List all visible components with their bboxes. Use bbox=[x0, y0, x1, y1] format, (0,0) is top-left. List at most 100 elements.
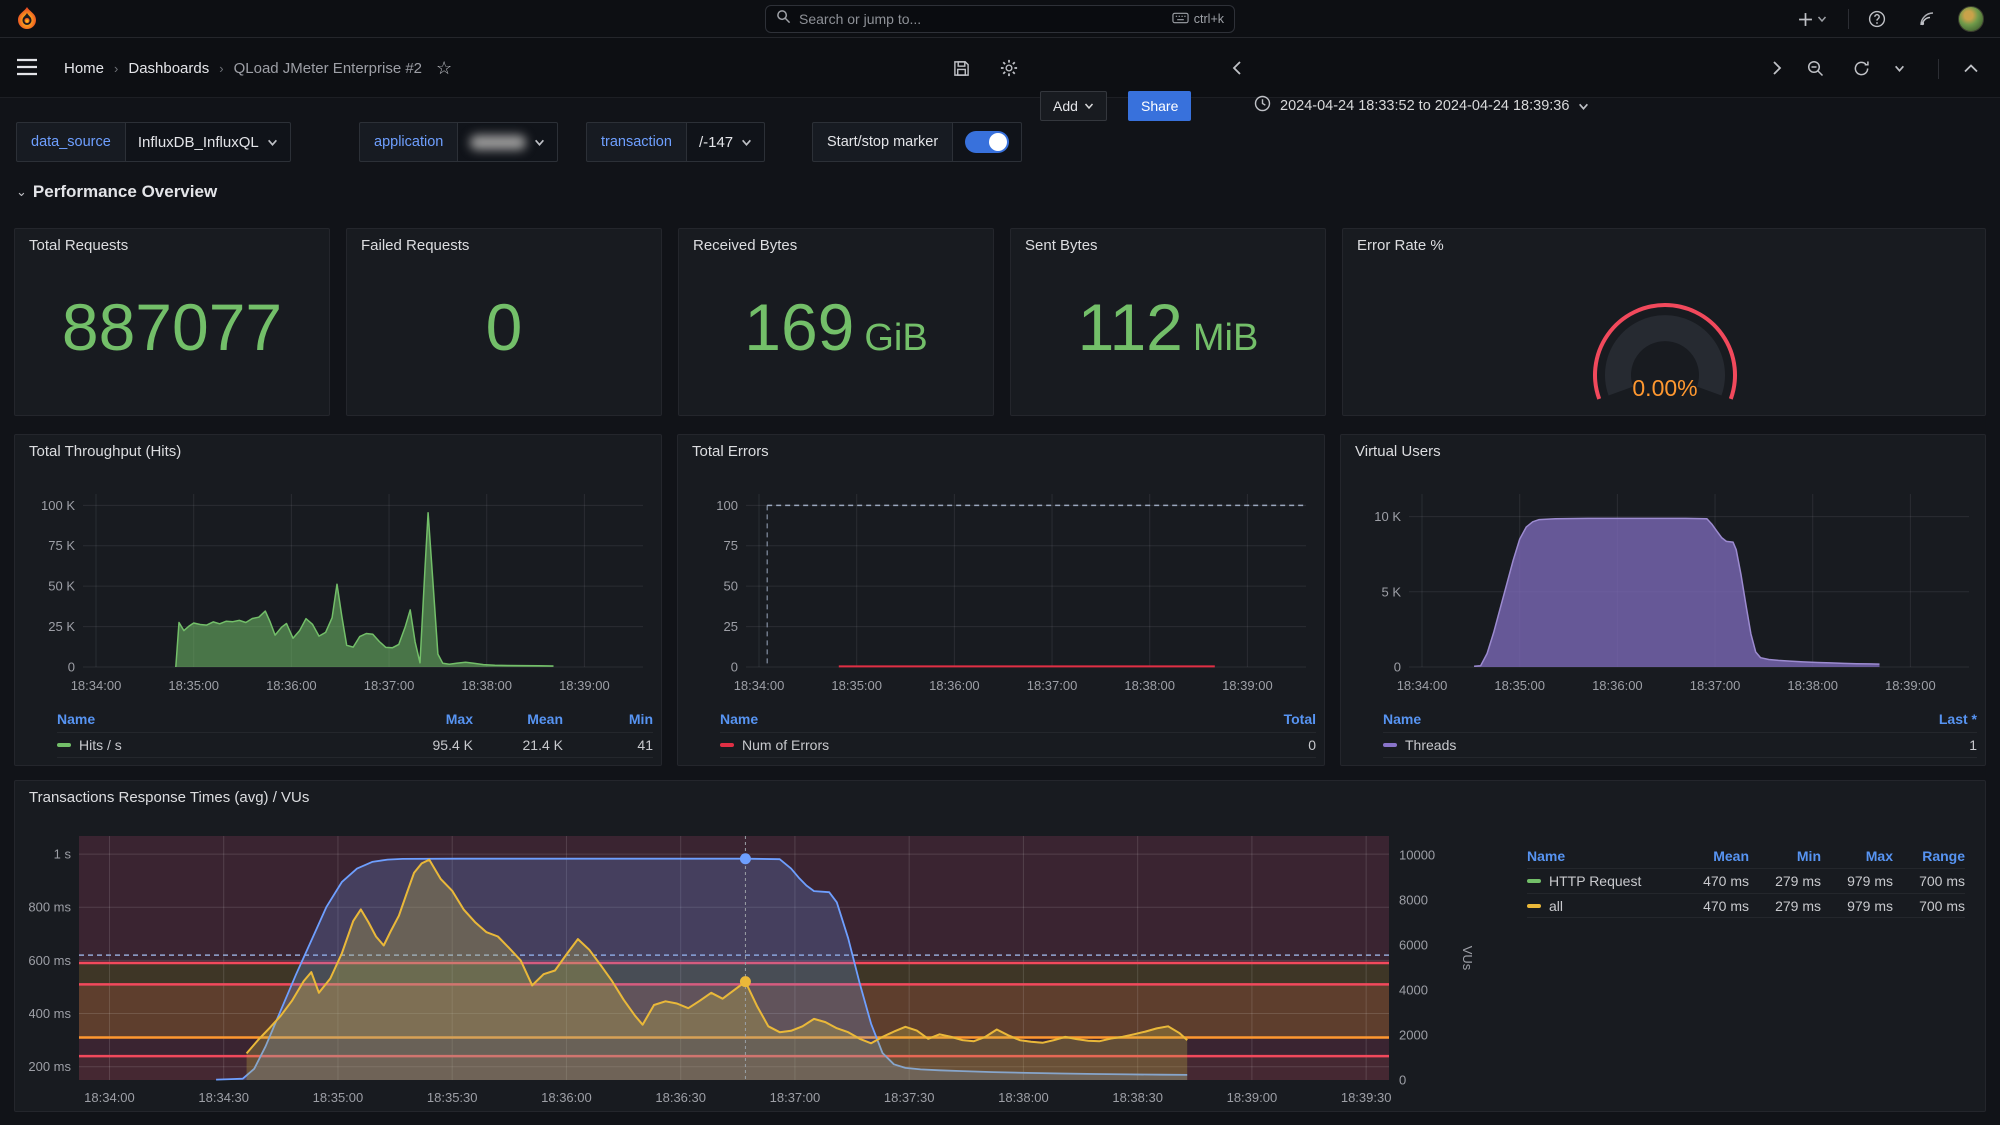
marker-toggle[interactable] bbox=[965, 131, 1009, 153]
top-nav-bar: Search or jump to... ctrl+k bbox=[0, 0, 2000, 38]
timeseries-chart[interactable]: 18:34:0018:35:0018:36:0018:37:0018:38:00… bbox=[1349, 464, 1981, 704]
data-source-label[interactable]: data_source bbox=[16, 122, 126, 162]
breadcrumb: Home › Dashboards › QLoad JMeter Enterpr… bbox=[64, 58, 452, 79]
legend-table: NameMaxMeanMinHits / s95.4 K21.4 K41 bbox=[57, 706, 653, 758]
search-icon bbox=[776, 9, 791, 29]
svg-text:18:36:00: 18:36:00 bbox=[1592, 678, 1643, 693]
series-swatch bbox=[720, 743, 734, 747]
svg-text:18:39:00: 18:39:00 bbox=[1227, 1090, 1278, 1105]
svg-text:25: 25 bbox=[724, 619, 738, 634]
variable-marker: Start/stop marker bbox=[812, 122, 1022, 162]
add-button[interactable]: Add bbox=[1040, 91, 1107, 121]
panel-error-rate[interactable]: Error Rate % 0.00% bbox=[1342, 228, 1986, 416]
time-range-picker[interactable]: 2024-04-24 18:33:52 to 2024-04-24 18:39:… bbox=[1254, 91, 1589, 121]
stat-value: 112MiB bbox=[1078, 294, 1259, 360]
panel-title: Received Bytes bbox=[679, 229, 993, 254]
breadcrumb-dashboards[interactable]: Dashboards bbox=[128, 60, 209, 77]
svg-text:18:35:00: 18:35:00 bbox=[168, 678, 219, 693]
svg-text:18:39:00: 18:39:00 bbox=[1222, 678, 1273, 693]
legend-row[interactable]: HTTP Request470 ms279 ms979 ms700 ms bbox=[1527, 868, 1965, 893]
panel-total-throughput[interactable]: Total Throughput (Hits) 18:34:0018:35:00… bbox=[14, 434, 662, 766]
timeseries-chart[interactable]: 18:34:0018:35:0018:36:0018:37:0018:38:00… bbox=[686, 464, 1318, 704]
svg-text:0: 0 bbox=[731, 660, 738, 675]
grafana-logo[interactable] bbox=[14, 6, 40, 37]
chevron-right-icon: › bbox=[219, 61, 223, 76]
svg-text:18:37:00: 18:37:00 bbox=[1690, 678, 1741, 693]
panel-title: Transactions Response Times (avg) / VUs bbox=[15, 781, 1985, 806]
panel-response-times[interactable]: Transactions Response Times (avg) / VUs … bbox=[14, 780, 1986, 1112]
stat-value: 169GiB bbox=[744, 294, 927, 360]
chevron-up-icon[interactable] bbox=[1956, 53, 1986, 83]
save-icon[interactable] bbox=[946, 53, 976, 83]
svg-text:100 K: 100 K bbox=[41, 498, 75, 513]
star-icon[interactable]: ☆ bbox=[436, 58, 452, 79]
svg-text:10 K: 10 K bbox=[1374, 509, 1401, 524]
svg-text:18:37:30: 18:37:30 bbox=[884, 1090, 935, 1105]
panel-sent-bytes[interactable]: Sent Bytes 112MiB bbox=[1010, 228, 1326, 416]
transaction-label[interactable]: transaction bbox=[586, 122, 687, 162]
svg-text:VUs: VUs bbox=[1460, 946, 1475, 971]
panel-title: Failed Requests bbox=[347, 229, 661, 254]
search-input[interactable]: Search or jump to... ctrl+k bbox=[765, 5, 1235, 33]
panel-total-errors[interactable]: Total Errors 18:34:0018:35:0018:36:0018:… bbox=[677, 434, 1325, 766]
gauge-value: 0.00% bbox=[1632, 375, 1697, 401]
refresh-icon[interactable] bbox=[1846, 53, 1876, 83]
stat-value: 887077 bbox=[62, 294, 282, 360]
transaction-select[interactable]: /-147 bbox=[687, 122, 765, 162]
svg-text:18:37:00: 18:37:00 bbox=[770, 1090, 821, 1105]
panel-title: Total Errors bbox=[678, 435, 1324, 460]
svg-text:18:37:00: 18:37:00 bbox=[1027, 678, 1078, 693]
row-performance-overview[interactable]: ⌄ Performance Overview bbox=[16, 182, 217, 202]
panel-failed-requests[interactable]: Failed Requests 0 bbox=[346, 228, 662, 416]
legend-table: NameTotalNum of Errors0 bbox=[720, 706, 1316, 758]
data-source-select[interactable]: InfluxDB_InfluxQL bbox=[126, 122, 291, 162]
time-range-text: 2024-04-24 18:33:52 to 2024-04-24 18:39:… bbox=[1280, 98, 1569, 114]
menu-icon[interactable] bbox=[12, 52, 42, 82]
application-label[interactable]: application bbox=[359, 122, 458, 162]
svg-text:18:38:00: 18:38:00 bbox=[461, 678, 512, 693]
toggle-knob bbox=[989, 133, 1007, 151]
caret-down-icon bbox=[1817, 14, 1827, 24]
legend-row[interactable]: Hits / s95.4 K21.4 K41 bbox=[57, 732, 653, 758]
legend-row[interactable]: Threads1 bbox=[1383, 732, 1977, 758]
svg-text:75: 75 bbox=[724, 538, 738, 553]
refresh-interval-caret[interactable] bbox=[1888, 53, 1910, 83]
svg-text:18:34:00: 18:34:00 bbox=[734, 678, 785, 693]
legend-row[interactable]: all470 ms279 ms979 ms700 ms bbox=[1527, 893, 1965, 918]
share-button[interactable]: Share bbox=[1128, 91, 1191, 121]
application-select[interactable] bbox=[458, 122, 558, 162]
series-swatch bbox=[1527, 879, 1541, 883]
svg-text:18:34:30: 18:34:30 bbox=[198, 1090, 249, 1105]
caret-down-icon bbox=[1084, 101, 1094, 111]
series-swatch bbox=[1383, 743, 1397, 747]
gear-icon[interactable] bbox=[994, 53, 1024, 83]
svg-text:1 s: 1 s bbox=[54, 847, 72, 862]
section-title: Performance Overview bbox=[33, 182, 217, 202]
breadcrumb-home[interactable]: Home bbox=[64, 60, 104, 77]
panel-total-requests[interactable]: Total Requests 887077 bbox=[14, 228, 330, 416]
chevron-left-icon[interactable] bbox=[1222, 53, 1252, 83]
marker-toggle-box bbox=[953, 122, 1022, 162]
panel-virtual-users[interactable]: Virtual Users 18:34:0018:35:0018:36:0018… bbox=[1340, 434, 1986, 766]
error-rate-gauge: 0.00% bbox=[1343, 255, 1987, 415]
timeseries-chart[interactable]: 18:34:0018:34:3018:35:0018:35:3018:36:00… bbox=[29, 810, 1489, 1110]
svg-text:0: 0 bbox=[1394, 660, 1401, 675]
zoom-out-icon[interactable] bbox=[1800, 53, 1830, 83]
svg-text:400 ms: 400 ms bbox=[29, 1006, 71, 1021]
help-icon[interactable] bbox=[1862, 4, 1892, 34]
svg-text:100: 100 bbox=[716, 498, 738, 513]
panel-received-bytes[interactable]: Received Bytes 169GiB bbox=[678, 228, 994, 416]
news-icon[interactable] bbox=[1912, 4, 1942, 34]
avatar[interactable] bbox=[1958, 6, 1984, 32]
stat-value: 0 bbox=[486, 294, 523, 360]
new-dropdown-button[interactable] bbox=[1790, 4, 1834, 34]
series-swatch bbox=[57, 743, 71, 747]
svg-text:18:35:00: 18:35:00 bbox=[1494, 678, 1545, 693]
svg-text:600 ms: 600 ms bbox=[29, 953, 71, 968]
svg-text:18:35:30: 18:35:30 bbox=[427, 1090, 478, 1105]
panel-title: Total Throughput (Hits) bbox=[15, 435, 661, 460]
chevron-right-icon[interactable] bbox=[1762, 53, 1792, 83]
legend-row[interactable]: Num of Errors0 bbox=[720, 732, 1316, 758]
timeseries-chart[interactable]: 18:34:0018:35:0018:36:0018:37:0018:38:00… bbox=[23, 464, 655, 704]
svg-text:18:35:00: 18:35:00 bbox=[831, 678, 882, 693]
